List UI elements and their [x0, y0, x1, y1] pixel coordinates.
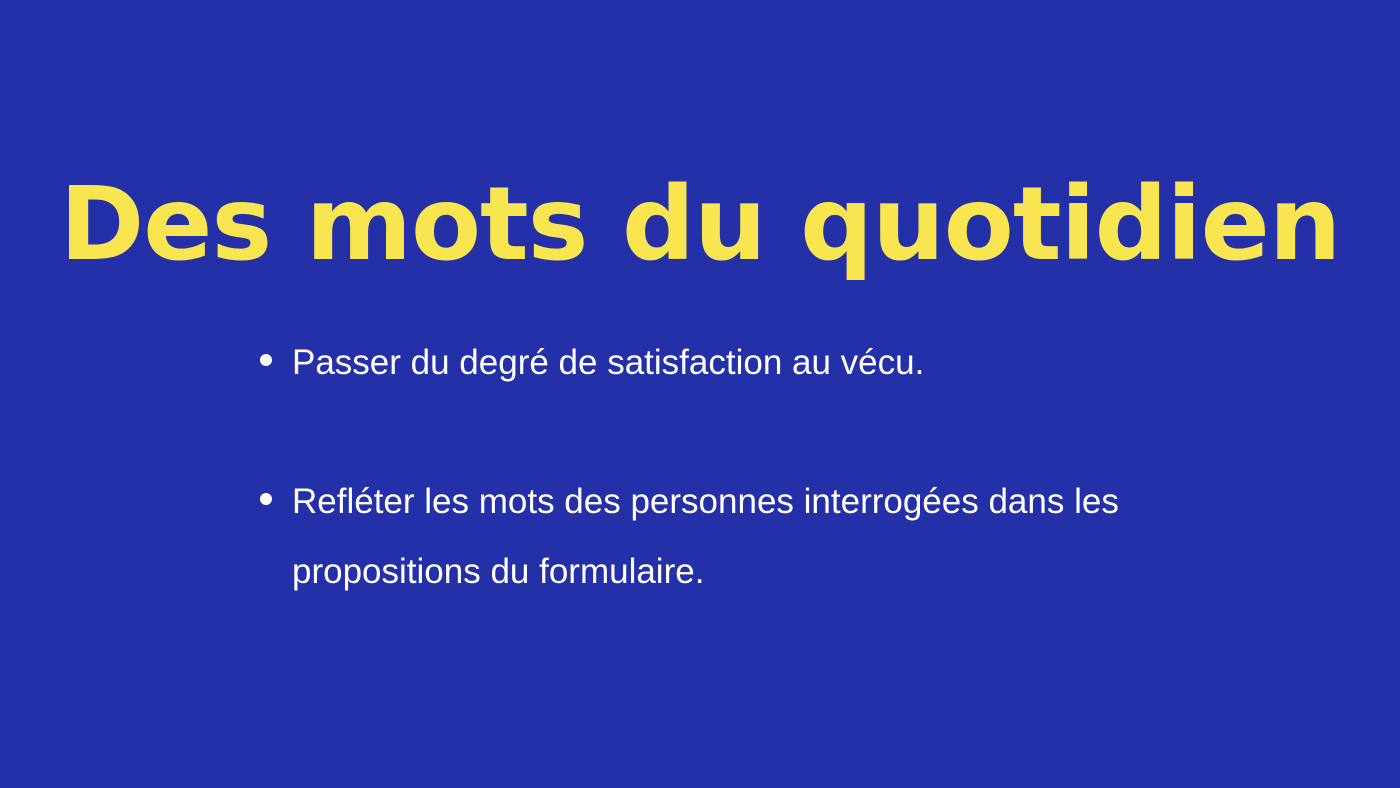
- bullet-dot-icon: [260, 493, 272, 505]
- slide: Des mots du quotidien Passer du degré de…: [0, 0, 1400, 788]
- bullet-item: Refléter les mots des personnes interrog…: [260, 467, 1140, 607]
- slide-title: Des mots du quotidien: [59, 165, 1342, 284]
- bullet-item: Passer du degré de satisfaction au vécu.: [260, 328, 1140, 398]
- bullet-text: Refléter les mots des personnes interrog…: [292, 482, 1119, 591]
- bullet-list: Passer du degré de satisfaction au vécu.…: [260, 328, 1140, 676]
- bullet-dot-icon: [260, 354, 272, 366]
- bullet-text: Passer du degré de satisfaction au vécu.: [292, 343, 925, 382]
